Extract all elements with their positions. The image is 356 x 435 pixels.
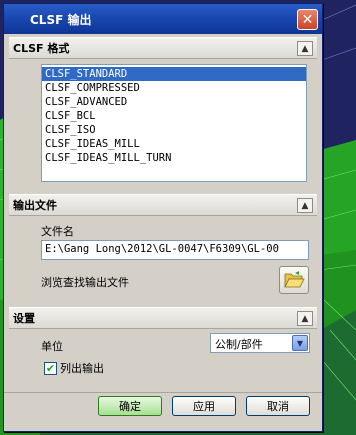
ok-button[interactable]: 确定 <box>98 396 162 416</box>
chevron-down-icon[interactable]: ▼ <box>292 335 308 351</box>
window-title: CLSF 输出 <box>30 12 92 27</box>
close-button[interactable]: ✕ <box>297 9 318 30</box>
title-bar[interactable]: CLSF 输出 ✕ <box>4 4 322 34</box>
checkmark-icon: ✔ <box>45 361 56 375</box>
list-item[interactable]: CLSF_STANDARD <box>42 67 306 81</box>
unit-select[interactable]: 公制/部件 ▼ <box>210 333 310 353</box>
chevron-up-icon: ▲ <box>301 200 309 211</box>
section-header-output[interactable]: 输出文件 ▲ <box>9 194 317 216</box>
clsf-output-dialog: CLSF 输出 ✕ CLSF 格式 ▲ CLSF_STANDARD CLSF_C… <box>3 3 323 432</box>
list-item[interactable]: CLSF_IDEAS_MILL_TURN <box>42 151 306 165</box>
list-output-label: 列出输出 <box>60 362 104 375</box>
cancel-button[interactable]: 取消 <box>246 396 310 416</box>
chevron-up-icon: ▲ <box>301 313 309 324</box>
filename-field[interactable]: E:\Gang Long\2012\GL-0047\F6309\GL-00 <box>41 240 309 260</box>
list-output-toggle[interactable]: ✔ 列出输出 <box>44 360 104 376</box>
cancel-button-label: 取消 <box>267 400 289 413</box>
browse-button[interactable] <box>279 266 309 294</box>
section-title-format: CLSF 格式 <box>13 42 70 55</box>
list-item[interactable]: CLSF_IDEAS_MILL <box>42 137 306 151</box>
section-header-settings[interactable]: 设置 ▲ <box>9 307 317 329</box>
section-title-settings: 设置 <box>13 312 35 325</box>
unit-label: 单位 <box>41 340 63 353</box>
apply-button[interactable]: 应用 <box>172 396 236 416</box>
folder-open-icon <box>284 271 305 288</box>
section-header-format[interactable]: CLSF 格式 ▲ <box>9 37 317 59</box>
collapse-settings-button[interactable]: ▲ <box>297 311 313 326</box>
list-item[interactable]: CLSF_BCL <box>42 109 306 123</box>
list-output-checkbox[interactable]: ✔ <box>44 361 57 375</box>
section-title-output: 输出文件 <box>13 199 57 212</box>
unit-select-value: 公制/部件 <box>215 338 263 351</box>
list-item[interactable]: CLSF_COMPRESSED <box>42 81 306 95</box>
chevron-up-icon: ▲ <box>301 43 309 54</box>
format-listbox[interactable]: CLSF_STANDARD CLSF_COMPRESSED CLSF_ADVAN… <box>41 64 307 182</box>
filename-label: 文件名 <box>41 225 74 238</box>
list-item[interactable]: CLSF_ADVANCED <box>42 95 306 109</box>
ok-button-label: 确定 <box>119 400 141 413</box>
footer-divider <box>4 392 322 393</box>
close-icon: ✕ <box>301 11 314 28</box>
apply-button-label: 应用 <box>193 400 215 413</box>
collapse-output-button[interactable]: ▲ <box>297 198 313 213</box>
collapse-format-button[interactable]: ▲ <box>297 41 313 56</box>
list-item[interactable]: CLSF_ISO <box>42 123 306 137</box>
browse-label: 浏览查找输出文件 <box>41 276 129 289</box>
